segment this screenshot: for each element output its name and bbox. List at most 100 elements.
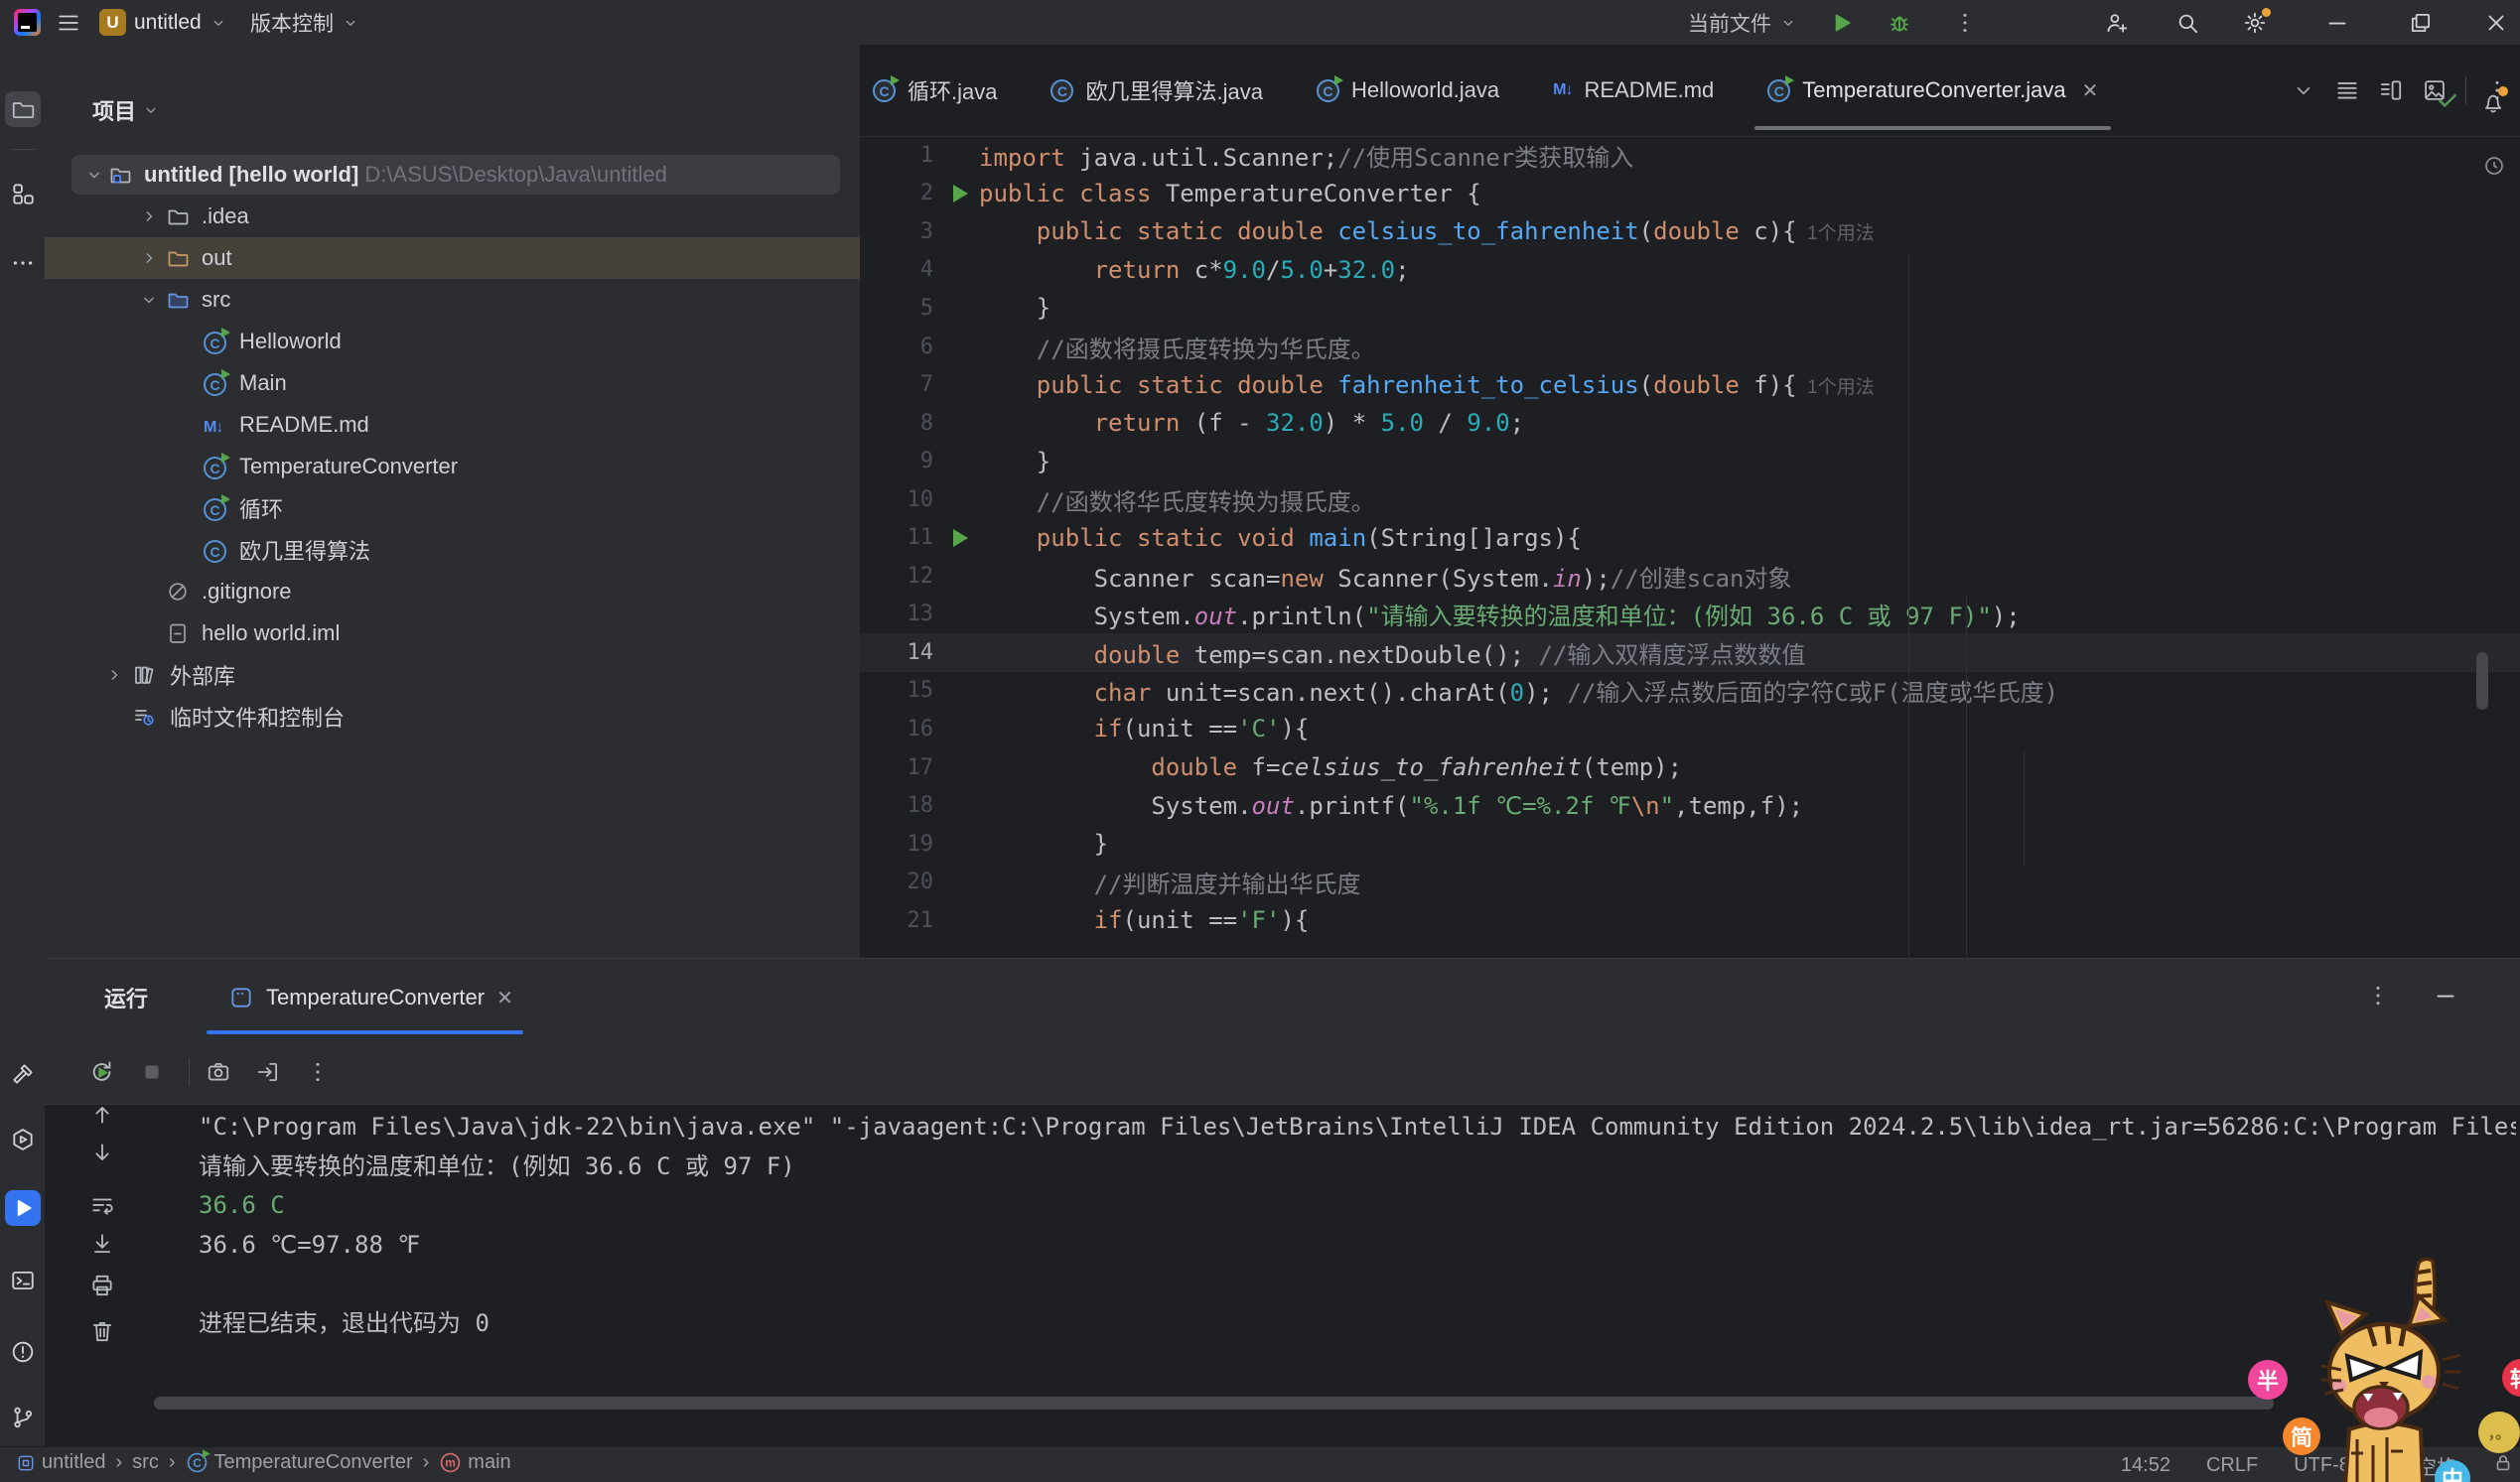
inspections-ok-icon[interactable]	[2435, 87, 2460, 113]
editor-tab-README.md[interactable]: M↓README.md	[1526, 45, 1741, 136]
print-button[interactable]	[89, 1273, 115, 1298]
code-line-9[interactable]: 9 }	[860, 442, 2520, 480]
chevron-down-icon[interactable]	[84, 165, 104, 185]
line-number[interactable]: 18	[860, 793, 941, 818]
tree-item-.idea[interactable]: .idea	[45, 196, 860, 237]
line-number[interactable]: 1	[860, 143, 941, 168]
run-configuration-widget[interactable]: 当前文件	[1688, 0, 1797, 45]
ime-sticker-，。[interactable]: ，。	[2478, 1412, 2520, 1453]
git-tool-button[interactable]	[5, 1400, 41, 1435]
write-protect-lock-icon[interactable]	[2492, 1452, 2514, 1474]
services-tool-button[interactable]	[5, 1122, 41, 1157]
code-line-4[interactable]: 4 return c*9.0/5.0+32.0;	[860, 251, 2520, 290]
more-actions-button[interactable]	[1952, 0, 1978, 45]
code-line-16[interactable]: 16 if(unit =='C'){	[860, 710, 2520, 748]
code-line-15[interactable]: 15 char unit=scan.next().charAt(0); //输入…	[860, 672, 2520, 711]
stop-button[interactable]	[139, 1059, 165, 1085]
terminal-tool-button[interactable]	[5, 1263, 41, 1298]
tree-item-out[interactable]: out	[45, 237, 860, 279]
tree-item-TemperatureConverter[interactable]: CTemperatureConverter	[45, 446, 860, 487]
tree-item-Helloworld[interactable]: CHelloworld	[45, 321, 860, 362]
line-number[interactable]: 14	[860, 640, 941, 665]
breadcrumb-item-untitled[interactable]: untitled	[16, 1451, 106, 1474]
run-tab-close-icon[interactable]: ✕	[496, 986, 513, 1010]
build-tool-button[interactable]	[5, 1056, 41, 1092]
gutter-run-icon[interactable]	[953, 529, 968, 547]
line-number[interactable]: 9	[860, 449, 941, 473]
tab-close-icon[interactable]: ✕	[2082, 78, 2099, 103]
tree-item-README.md[interactable]: M↓README.md	[45, 404, 860, 446]
code-line-14[interactable]: 14 double temp=scan.nextDouble(); //输入双精…	[860, 633, 2520, 672]
run-tab[interactable]: TemperatureConverter ✕	[228, 959, 513, 1036]
line-number[interactable]: 6	[860, 335, 941, 359]
code-line-12[interactable]: 12 Scanner scan=new Scanner(System.in);/…	[860, 557, 2520, 596]
debug-button[interactable]	[1887, 0, 1912, 45]
breadcrumb-item-main[interactable]: mmain	[439, 1451, 510, 1474]
code-line-3[interactable]: 3 public static double celsius_to_fahren…	[860, 212, 2520, 251]
settings-button[interactable]	[2242, 0, 2268, 45]
run-button[interactable]	[1829, 0, 1855, 45]
project-widget[interactable]: U untitled	[99, 0, 227, 45]
chevron-down-icon[interactable]	[139, 290, 159, 310]
split-view-icon[interactable]	[2378, 77, 2404, 103]
code-line-18[interactable]: 18 System.out.printf("%.1f ℃=%.2f ℉\n",t…	[860, 786, 2520, 825]
line-number[interactable]: 17	[860, 755, 941, 780]
project-panel-header[interactable]: 项目	[92, 90, 160, 130]
commit-tool-button[interactable]	[5, 176, 41, 211]
code-editor[interactable]: 1import java.util.Scanner;//使用Scanner类获取…	[860, 136, 2520, 958]
prev-occurrence-button[interactable]	[89, 1102, 115, 1128]
tree-item-欧几里得算法[interactable]: C欧几里得算法	[45, 529, 860, 571]
export-button[interactable]	[255, 1059, 281, 1085]
run-tool-button[interactable]	[5, 1190, 41, 1226]
ime-sticker-简[interactable]: 简	[2283, 1417, 2320, 1455]
line-number[interactable]: 16	[860, 717, 941, 741]
code-line-19[interactable]: 19 }	[860, 825, 2520, 864]
vcs-widget[interactable]: 版本控制	[250, 0, 359, 45]
code-line-21[interactable]: 21 if(unit =='F'){	[860, 901, 2520, 940]
tree-item-.gitignore[interactable]: .gitignore	[45, 571, 860, 612]
close-button[interactable]	[2464, 0, 2520, 45]
right-stripe-tool-icon[interactable]	[2482, 154, 2506, 178]
chevron-right-icon[interactable]	[104, 665, 124, 685]
ime-sticker-半[interactable]: 半	[2248, 1360, 2288, 1400]
code-with-me-button[interactable]	[2103, 0, 2129, 45]
breadcrumb-item-src[interactable]: src	[132, 1451, 159, 1474]
code-line-8[interactable]: 8 return (f - 32.0) * 5.0 / 9.0;	[860, 404, 2520, 443]
editor-tab-Helloworld.java[interactable]: CHelloworld.java	[1290, 45, 1526, 136]
console-options-button[interactable]	[305, 1059, 331, 1085]
code-line-2[interactable]: 2public class TemperatureConverter {	[860, 175, 2520, 213]
tree-item-untitled-hello-world-[interactable]: untitled [hello world] D:\ASUS\Desktop\J…	[45, 154, 860, 196]
line-number[interactable]: 13	[860, 602, 941, 626]
tree-item-外部库[interactable]: 外部库	[45, 654, 860, 696]
problems-tool-button[interactable]	[5, 1334, 41, 1370]
run-panel-options-button[interactable]	[2365, 983, 2391, 1009]
line-number[interactable]: 3	[860, 219, 941, 244]
tree-item-hello-world.iml[interactable]: hello world.iml	[45, 612, 860, 654]
chevron-right-icon[interactable]	[139, 248, 159, 268]
clear-console-button[interactable]	[89, 1318, 115, 1344]
line-number[interactable]: 20	[860, 870, 941, 894]
desktop-pet-cat[interactable]	[2321, 1255, 2460, 1482]
code-line-11[interactable]: 11 public static void main(String[]args)…	[860, 518, 2520, 557]
line-number[interactable]: 21	[860, 908, 941, 933]
project-tool-button[interactable]	[5, 91, 41, 127]
editor-scrollbar[interactable]	[2476, 652, 2488, 710]
console-output[interactable]: "C:\Program Files\Java\jdk-22\bin\java.e…	[199, 1108, 2516, 1388]
code-line-7[interactable]: 7 public static double fahrenheit_to_cel…	[860, 365, 2520, 404]
tab-list-chevron-icon[interactable]	[2291, 77, 2316, 103]
chevron-right-icon[interactable]	[139, 206, 159, 226]
line-number[interactable]: 2	[860, 181, 941, 205]
code-line-5[interactable]: 5 }	[860, 289, 2520, 328]
tree-item-Main[interactable]: CMain	[45, 362, 860, 404]
code-line-13[interactable]: 13 System.out.println("请输入要转换的温度和单位：(例如 …	[860, 596, 2520, 634]
breadcrumb-item-TemperatureConverter[interactable]: CTemperatureConverter	[186, 1451, 413, 1474]
code-line-17[interactable]: 17 double f=celsius_to_fahrenheit(temp);	[860, 748, 2520, 787]
tree-item-src[interactable]: src	[45, 279, 860, 321]
line-number[interactable]: 10	[860, 487, 941, 512]
tree-item-循环[interactable]: C循环	[45, 487, 860, 529]
editor-tab-欧几里得算法.java[interactable]: C欧几里得算法.java	[1024, 45, 1289, 136]
rerun-button[interactable]	[88, 1059, 115, 1086]
next-occurrence-button[interactable]	[89, 1140, 115, 1165]
code-line-6[interactable]: 6 //函数将摄氏度转换为华氏度。	[860, 328, 2520, 366]
line-number[interactable]: 19	[860, 832, 941, 857]
